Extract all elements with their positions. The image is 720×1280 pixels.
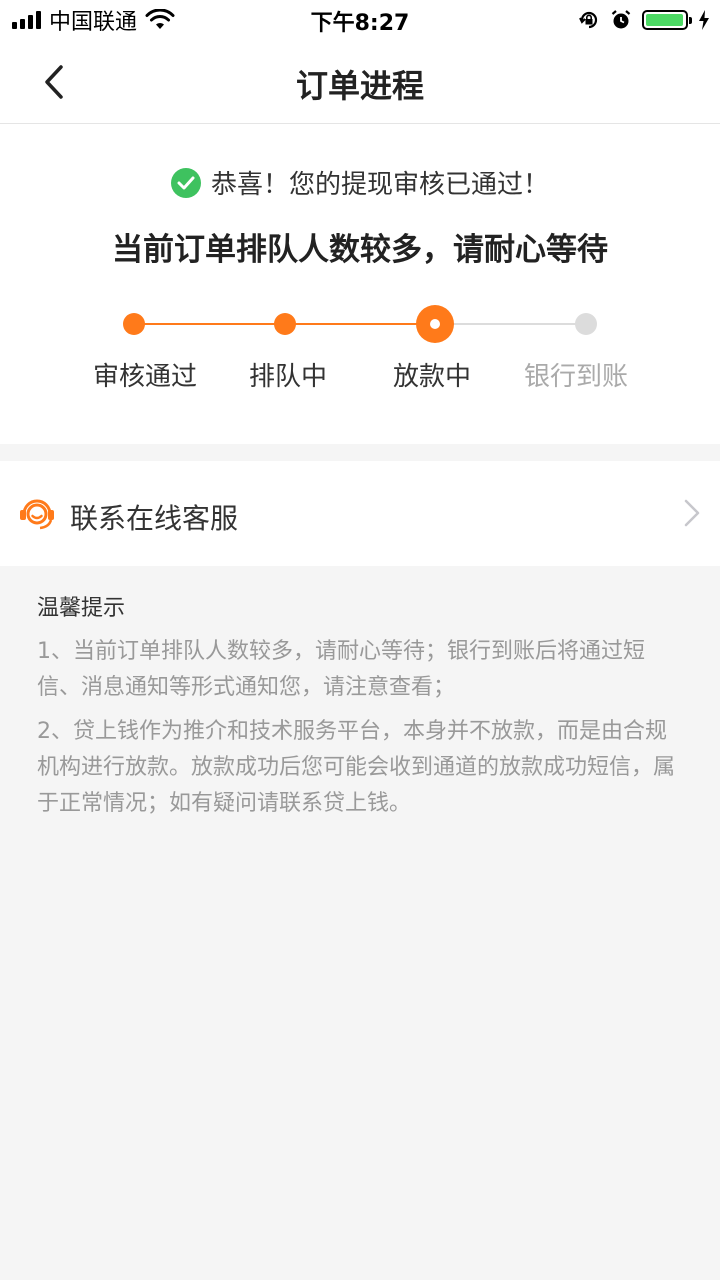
tip-item: 1、当前订单排队人数较多，请耐心等待；银行到账后将通过短信、消息通知等形式通知您… [37, 639, 645, 700]
progress-steps: 审核通过 排队中 放款中 银行到账 [0, 304, 720, 414]
charging-icon [699, 10, 709, 30]
customer-service-icon [20, 499, 54, 530]
queue-message: 当前订单排队人数较多，请耐心等待 [112, 232, 608, 268]
step-label-queued: 排队中 [248, 362, 328, 392]
step-connector-1 [134, 323, 285, 325]
check-circle-icon [170, 167, 201, 198]
battery-icon [642, 10, 692, 30]
chevron-right-icon [684, 499, 700, 527]
rotation-lock-icon [579, 11, 598, 29]
back-button[interactable] [30, 58, 78, 106]
step-connector-2 [285, 323, 435, 325]
step-dot-queued [274, 313, 296, 335]
step-label-bank-arrival: 银行到账 [523, 362, 629, 392]
step-dot-disbursing [416, 305, 454, 343]
status-bar: 中国联通 下午8:27 [0, 0, 720, 40]
step-dot-approved [123, 313, 145, 335]
progress-card: 恭喜！您的提现审核已通过！ 当前订单排队人数较多，请耐心等待 审核通过 排队中 … [0, 124, 720, 444]
contact-support-row[interactable]: 联系在线客服 [0, 461, 720, 566]
step-label-approved: 审核通过 [92, 362, 198, 392]
success-message: 恭喜！您的提现审核已通过！ [210, 170, 549, 200]
page-title: 订单进程 [295, 67, 424, 105]
alarm-icon [611, 10, 631, 29]
step-connector-3 [435, 323, 586, 325]
status-right [578, 6, 710, 34]
tip-item: 2、贷上钱作为推介和技术服务平台，本身并不放款，而是由合规机构进行放款。放款成功… [37, 719, 676, 816]
step-label-disbursing: 放款中 [392, 362, 472, 392]
step-dot-bank-arrival [575, 313, 597, 335]
success-banner: 恭喜！您的提现审核已通过！ [0, 164, 720, 201]
tips-section: 温馨提示 1、当前订单排队人数较多，请耐心等待；银行到账后将通过短信、消息通知等… [37, 590, 687, 830]
tips-title: 温馨提示 [37, 596, 126, 621]
chevron-left-icon [45, 65, 63, 99]
contact-support-label: 联系在线客服 [70, 502, 239, 535]
nav-bar: 订单进程 [0, 40, 720, 124]
